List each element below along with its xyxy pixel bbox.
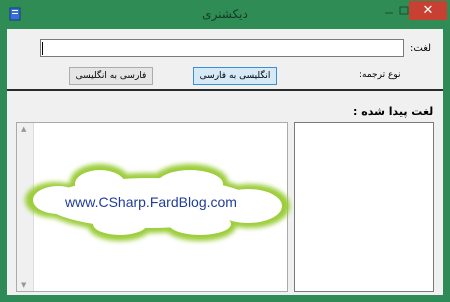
dictionary-window: دیکشنری ✕ لغت: نوع ترجمه: انگلیسی به فار… [0,0,450,302]
watermark-text: www.CSharp.FardBlog.com [65,194,237,210]
watermark-cloud [25,164,290,241]
